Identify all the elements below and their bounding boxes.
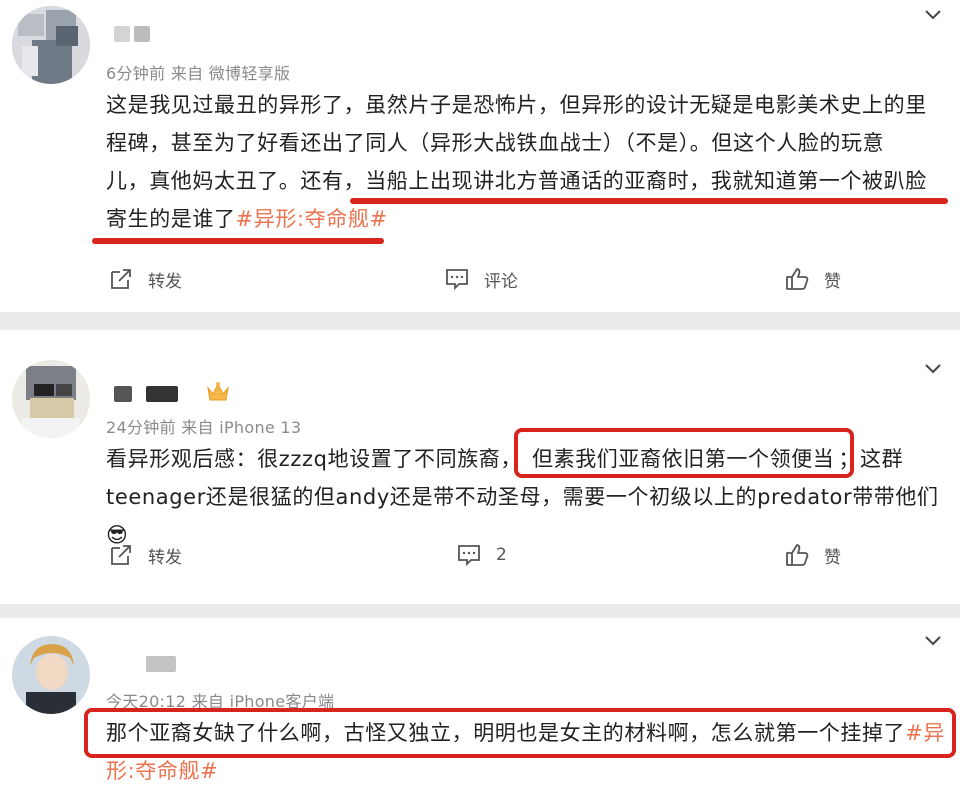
highlight-box — [84, 708, 956, 758]
action-bar: 转发 评论 赞 — [0, 266, 960, 296]
post-separator — [0, 312, 960, 330]
topic-link[interactable]: #异形:夺命舰# — [236, 207, 388, 231]
avatar-image — [12, 636, 90, 714]
chevron-down-icon[interactable] — [924, 632, 942, 650]
repost-button[interactable]: 转发 — [108, 542, 182, 568]
username-blurred[interactable] — [134, 26, 150, 42]
repost-icon — [111, 545, 131, 565]
avatar[interactable] — [12, 360, 90, 438]
highlight-underline — [92, 238, 384, 244]
repost-button[interactable]: 转发 — [108, 266, 182, 292]
username-blurred[interactable] — [146, 386, 178, 402]
chevron-down-icon[interactable] — [924, 6, 942, 24]
topic-link[interactable]: 形:夺命舰# — [106, 759, 218, 783]
like-icon — [786, 544, 809, 566]
highlight-underline — [350, 198, 948, 204]
like-button[interactable]: 赞 — [784, 266, 841, 292]
username-blurred[interactable] — [146, 656, 176, 672]
comment-button[interactable]: 评论 — [444, 266, 518, 292]
avatar[interactable] — [12, 6, 90, 84]
avatar-image — [12, 6, 90, 84]
post-text: 这是我见过最丑的异形了，虽然片子是恐怖片，但异形的设计无疑是电影美术史上的里 程… — [106, 93, 927, 231]
comment-icon — [446, 269, 468, 291]
post-card-3: 今天20:12 来自 iPhone客户端 那个亚裔女缺了什么啊，古怪又独立，明明… — [0, 618, 960, 808]
post-meta: 24分钟前 来自 iPhone 13 — [106, 418, 302, 437]
comment-button[interactable]: 2 — [456, 542, 507, 568]
username-blurred[interactable] — [114, 26, 130, 42]
post-card-1: 6分钟前 来自 微博轻享版 这是我见过最丑的异形了，虽然片子是恐怖片，但异形的设… — [0, 0, 960, 312]
highlight-box — [514, 428, 854, 478]
post-card-2: 24分钟前 来自 iPhone 13 看异形观后感：很zzzq地设置了不同族裔，… — [0, 330, 960, 604]
like-icon — [786, 268, 809, 290]
action-bar: 转发 2 赞 — [0, 542, 960, 572]
avatar[interactable] — [12, 636, 90, 714]
chevron-down-icon[interactable] — [924, 360, 942, 378]
comment-icon — [458, 545, 480, 567]
repost-icon — [111, 269, 131, 289]
post-separator — [0, 604, 960, 618]
avatar-image — [12, 360, 90, 438]
crown-icon — [207, 382, 229, 401]
username-blurred[interactable] — [114, 386, 132, 402]
like-button[interactable]: 赞 — [784, 542, 841, 568]
post-meta: 6分钟前 来自 微博轻享版 — [106, 64, 291, 83]
